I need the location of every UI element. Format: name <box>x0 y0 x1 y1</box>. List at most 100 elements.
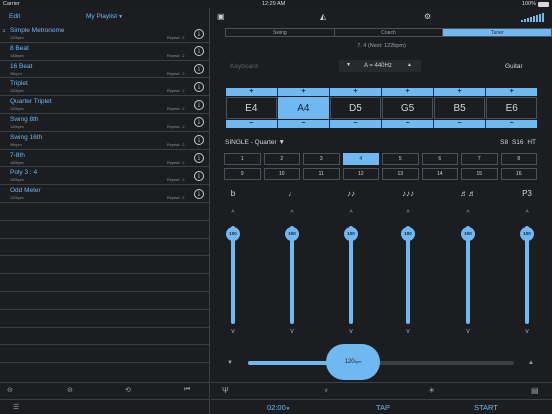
chevron-up-icon[interactable]: ^ <box>517 210 537 217</box>
string-a4[interactable]: + A4− <box>278 88 329 128</box>
string-minus-button[interactable]: − <box>330 120 381 128</box>
volume-knob[interactable]: 100 <box>344 227 358 241</box>
minus-circle-icon[interactable]: ⊖ <box>7 386 13 394</box>
info-icon[interactable]: i <box>194 153 204 164</box>
string-e4[interactable]: + E4− <box>226 88 277 128</box>
edit-button[interactable]: Edit <box>9 13 20 20</box>
beat-cell[interactable]: 5 <box>382 153 419 165</box>
pitch-up-button[interactable]: ▲ <box>407 62 412 68</box>
info-icon[interactable]: i <box>194 99 204 110</box>
volume-knob[interactable]: 100 <box>401 227 415 241</box>
list-item[interactable]: 8 Beat 146bpm Repeat : 2 i <box>0 43 210 61</box>
info-icon[interactable]: i <box>194 81 204 92</box>
chevron-up-icon[interactable]: ^ <box>223 210 243 217</box>
gear-icon[interactable]: ⚙ <box>424 12 431 21</box>
brightness-icon[interactable]: ☀ <box>428 386 435 395</box>
info-icon[interactable]: i <box>194 117 204 128</box>
beat-cell[interactable]: 1 <box>224 153 261 165</box>
chevron-down-icon[interactable]: v <box>282 328 302 335</box>
list-item[interactable]: 16 Beat 96bpm Repeat : 2 i <box>0 61 210 79</box>
beat-cell[interactable]: 16 <box>500 168 537 180</box>
chevron-up-icon[interactable]: ^ <box>398 210 418 217</box>
string-plus-button[interactable]: + <box>486 88 537 96</box>
list-item[interactable]: Swing 8th 140bpm Repeat : 2 i <box>0 114 210 132</box>
timer-button[interactable]: 02:00▼ <box>267 403 290 412</box>
info-icon[interactable]: i <box>194 64 204 75</box>
pattern-selector[interactable]: SINGLE - Quarter ▼ <box>225 139 285 146</box>
tab-swing[interactable]: Swing <box>226 29 335 36</box>
string-plus-button[interactable]: + <box>434 88 485 96</box>
volume-knob[interactable]: 100 <box>520 227 534 241</box>
info-icon[interactable]: i <box>194 170 204 181</box>
string-g5[interactable]: + G5− <box>382 88 433 128</box>
volume-knob[interactable]: 100 <box>226 227 240 241</box>
beat-cell[interactable]: 6 <box>421 153 458 165</box>
string-minus-button[interactable]: − <box>226 120 277 128</box>
tap-button[interactable]: TAP <box>376 403 390 412</box>
list-item[interactable]: Quarter Triplet 100bpm Repeat : 2 i <box>0 96 210 114</box>
chevron-down-icon[interactable]: v <box>341 328 361 335</box>
settings-icon[interactable]: ☰ <box>13 403 19 411</box>
tempo-up-button[interactable]: ▲ <box>528 360 534 366</box>
list-item[interactable]: Swing 16th 96bpm Repeat : 2 i <box>0 132 210 150</box>
string-minus-button[interactable]: − <box>278 120 329 128</box>
string-b5[interactable]: + B5− <box>434 88 485 128</box>
tuning-fork-icon[interactable]: Ψ <box>222 386 229 395</box>
string-minus-button[interactable]: − <box>382 120 433 128</box>
string-minus-button[interactable]: − <box>486 120 537 128</box>
string-plus-button[interactable]: + <box>226 88 277 96</box>
document-icon[interactable]: ▤ <box>531 386 539 395</box>
chevron-down-icon[interactable]: v <box>398 328 418 335</box>
chevron-down-icon[interactable]: v <box>223 328 243 335</box>
list-item[interactable]: 7-8th 160bpm Repeat : 2 i <box>0 150 210 168</box>
minus-circle-icon[interactable]: ⊖ <box>67 386 73 394</box>
save-icon[interactable]: ▣ <box>217 12 225 21</box>
pitch-down-button[interactable]: ▼ <box>346 62 351 68</box>
beat-cell[interactable]: 2 <box>263 153 300 165</box>
volume-knob[interactable]: 100 <box>285 227 299 241</box>
beat-cell[interactable]: 10 <box>263 168 300 180</box>
chevron-up-icon[interactable]: ^ <box>341 210 361 217</box>
beat-cell[interactable]: 11 <box>303 168 340 180</box>
beat-cell[interactable]: 15 <box>461 168 498 180</box>
chevron-up-icon[interactable]: ^ <box>282 210 302 217</box>
instrument-selector[interactable]: Guitar <box>505 63 523 70</box>
string-plus-button[interactable]: + <box>278 88 329 96</box>
metronome-icon[interactable]: ◭ <box>320 12 326 21</box>
beat-cell[interactable]: 14 <box>421 168 458 180</box>
list-item[interactable]: ♫ Simple Metronome 120bpm Repeat : 2 i <box>0 25 210 43</box>
playlist-selector[interactable]: My Playlist▼ <box>86 13 123 20</box>
chevron-down-icon[interactable]: v <box>517 328 537 335</box>
chevron-down-icon[interactable]: v <box>458 328 478 335</box>
chevron-up-icon[interactable]: ^ <box>458 210 478 217</box>
flag-s8[interactable]: S8 <box>500 139 508 146</box>
metronome-volume-icon[interactable]: ♆ <box>323 386 329 395</box>
list-item[interactable]: Triplet 100bpm Repeat : 2 i <box>0 78 210 97</box>
info-icon[interactable]: i <box>194 135 204 146</box>
list-item[interactable]: Poly 3 : 4 100bpm Repeat : 2 i <box>0 167 210 186</box>
beat-cell[interactable]: 9 <box>224 168 261 180</box>
beat-cell[interactable]: 13 <box>382 168 419 180</box>
string-plus-button[interactable]: + <box>382 88 433 96</box>
tab-coach[interactable]: Coach <box>335 29 444 36</box>
keyboard-button[interactable]: Keyboard <box>230 63 258 70</box>
list-item[interactable]: Odd Meter 120bpm Repeat : 2 i <box>0 185 210 203</box>
flag-s16[interactable]: S16 <box>512 139 524 146</box>
repeat-icon[interactable]: ⟲ <box>125 386 131 394</box>
beat-cell[interactable]: 8 <box>500 153 537 165</box>
volume-knob[interactable]: 100 <box>461 227 475 241</box>
beat-cell[interactable]: 12 <box>342 168 379 180</box>
start-button[interactable]: START <box>474 403 498 412</box>
beat-cell[interactable]: 7 <box>461 153 498 165</box>
tempo-knob[interactable]: 120bpm <box>326 344 380 380</box>
string-plus-button[interactable]: + <box>330 88 381 96</box>
info-icon[interactable]: i <box>194 46 204 57</box>
skip-back-icon[interactable]: ⏮ <box>184 386 190 394</box>
info-icon[interactable]: i <box>194 28 204 39</box>
string-e6[interactable]: + E6− <box>486 88 537 128</box>
tempo-down-button[interactable]: ▼ <box>227 360 233 366</box>
flag-ht[interactable]: HT <box>527 139 536 146</box>
string-d5[interactable]: + D5− <box>330 88 381 128</box>
tab-tuner[interactable]: Tuner <box>443 29 552 36</box>
beat-cell[interactable]: 4 <box>342 153 379 165</box>
